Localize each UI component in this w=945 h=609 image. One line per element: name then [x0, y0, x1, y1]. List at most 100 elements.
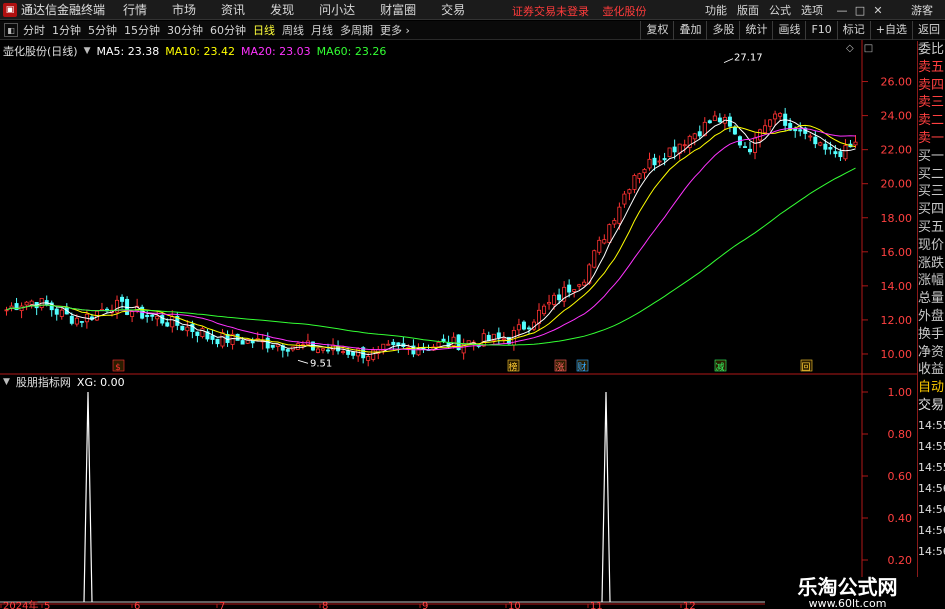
side-item: 卖一	[918, 130, 945, 146]
menu-discover[interactable]: 发现	[270, 1, 294, 18]
menu-ask[interactable]: 问小达	[319, 1, 355, 18]
stock-title: 壶化股份(日线)	[3, 45, 78, 58]
candle-body	[295, 343, 300, 350]
event-marker-label: $	[115, 363, 121, 373]
period-5min[interactable]: 5分钟	[88, 22, 117, 38]
side-auto-label[interactable]: 自动	[918, 379, 945, 397]
period-intraday[interactable]: 分时	[23, 22, 45, 38]
login-notice[interactable]: 证券交易未登录 壶化股份	[512, 3, 657, 19]
expand-icon[interactable]: □	[864, 43, 873, 54]
side-item: 卖五	[918, 59, 945, 75]
period-15min[interactable]: 15分钟	[124, 22, 160, 38]
period-monthly[interactable]: 月线	[311, 22, 333, 38]
trade-login-status[interactable]: 证券交易未登录	[512, 5, 589, 18]
menu-wealth[interactable]: 财富圈	[380, 1, 416, 18]
period-daily[interactable]: 日线	[253, 22, 275, 38]
candle-body	[542, 305, 547, 315]
candle-body	[346, 350, 351, 355]
f10-button[interactable]: F10	[805, 21, 836, 40]
current-stock-name: 壶化股份	[602, 5, 647, 18]
statistics-button[interactable]: 统计	[739, 21, 772, 40]
minimize-icon[interactable]: —	[833, 4, 851, 17]
menu-market[interactable]: 市场	[172, 1, 196, 18]
candle-body	[215, 338, 220, 345]
candle-body	[341, 351, 346, 353]
candle-body	[813, 136, 818, 145]
ma-dropdown-icon[interactable]: ▼	[84, 46, 91, 56]
diamond-icon[interactable]: ◇	[846, 43, 854, 54]
candle-body	[582, 281, 587, 286]
period-60min[interactable]: 60分钟	[210, 22, 246, 38]
side-item: 委比	[918, 42, 945, 57]
xg-spike	[601, 391, 611, 603]
period-more[interactable]: 更多 ›	[380, 22, 410, 38]
indicator-legend: ▼ 股朋指标网 XG: 0.00	[3, 374, 125, 390]
candle-body	[838, 151, 843, 158]
chevron-right-icon: ›	[405, 24, 410, 37]
side-deal-label: 交易	[918, 398, 945, 414]
high-pointer	[723, 58, 734, 63]
side-item: 卖三	[918, 95, 945, 111]
period-toolbar: ◧ 分时 1分钟 5分钟 15分钟 30分钟 60分钟 日线 周线 月线 多周期…	[0, 21, 945, 40]
add-watchlist-button[interactable]: +自选	[869, 21, 912, 40]
period-multi[interactable]: 多周期	[340, 22, 373, 38]
side-time: 14:56	[918, 524, 945, 538]
candle-body	[516, 324, 521, 331]
ind-tick-label: 0.80	[888, 428, 913, 441]
back-button[interactable]: 返回	[912, 21, 945, 40]
menu-layout[interactable]: 版面	[737, 2, 759, 18]
period-30min[interactable]: 30分钟	[167, 22, 203, 38]
candle-body	[451, 336, 456, 346]
mark-button[interactable]: 标记	[836, 21, 870, 40]
period-weekly[interactable]: 周线	[282, 22, 304, 38]
candle-body	[682, 144, 687, 147]
candle-body	[466, 340, 471, 344]
restore-rights-button[interactable]: 复权	[640, 21, 673, 40]
overlay-button[interactable]: 叠加	[673, 21, 706, 40]
maximize-icon[interactable]: □	[851, 4, 869, 17]
candle-body	[572, 289, 577, 292]
candle-body	[315, 348, 320, 353]
candle-body	[220, 332, 225, 347]
menu-functions[interactable]: 功能	[705, 2, 727, 18]
date-tick-label: 8	[322, 601, 328, 609]
candle-body	[607, 224, 612, 243]
side-item: 换手	[918, 326, 945, 342]
candle-body	[833, 151, 838, 155]
menu-options[interactable]: 选项	[801, 2, 823, 18]
price-tick-label: 14.00	[881, 280, 913, 293]
close-icon[interactable]: ✕	[869, 4, 887, 17]
menu-quotes[interactable]: 行情	[123, 1, 147, 18]
candle-body	[853, 141, 858, 146]
draw-line-button[interactable]: 画线	[772, 21, 805, 40]
kline-chart[interactable]: 26.00 24.00 22.00 20.00 18.00 16.00 14.00 12.00…	[0, 40, 917, 609]
candle-body	[59, 309, 64, 317]
candle-body	[672, 146, 677, 153]
price-tick-label: 24.00	[881, 110, 913, 123]
side-item: 卖四	[918, 77, 945, 93]
candle-body	[697, 131, 702, 137]
date-tick-label: 5	[44, 601, 50, 609]
price-tick-label: 26.00	[881, 76, 913, 89]
candle-body	[320, 348, 325, 351]
panel-toggle-icon[interactable]: ◧	[4, 23, 18, 37]
side-item: 买四	[918, 202, 945, 218]
ma5-value: MA5: 23.38	[96, 44, 160, 58]
indicator-dropdown-icon[interactable]: ▼	[3, 377, 10, 387]
candle-body	[627, 189, 632, 194]
candle-body	[69, 315, 74, 324]
candle-body	[496, 332, 501, 339]
period-1min[interactable]: 1分钟	[52, 22, 81, 38]
guest-user[interactable]: 游客	[911, 2, 933, 18]
ind-tick-label: 0.60	[888, 470, 913, 483]
side-item: 涨跌	[918, 255, 945, 271]
multi-stock-button[interactable]: 多股	[706, 21, 739, 40]
candle-body	[773, 113, 778, 120]
menu-formula[interactable]: 公式	[769, 2, 791, 18]
side-item: 买一	[918, 148, 945, 164]
menu-news[interactable]: 资讯	[221, 1, 245, 18]
candle-body	[818, 142, 823, 146]
menu-trade[interactable]: 交易	[441, 1, 465, 18]
ma20-value: MA20: 23.03	[240, 44, 311, 58]
candle-body	[647, 158, 652, 169]
